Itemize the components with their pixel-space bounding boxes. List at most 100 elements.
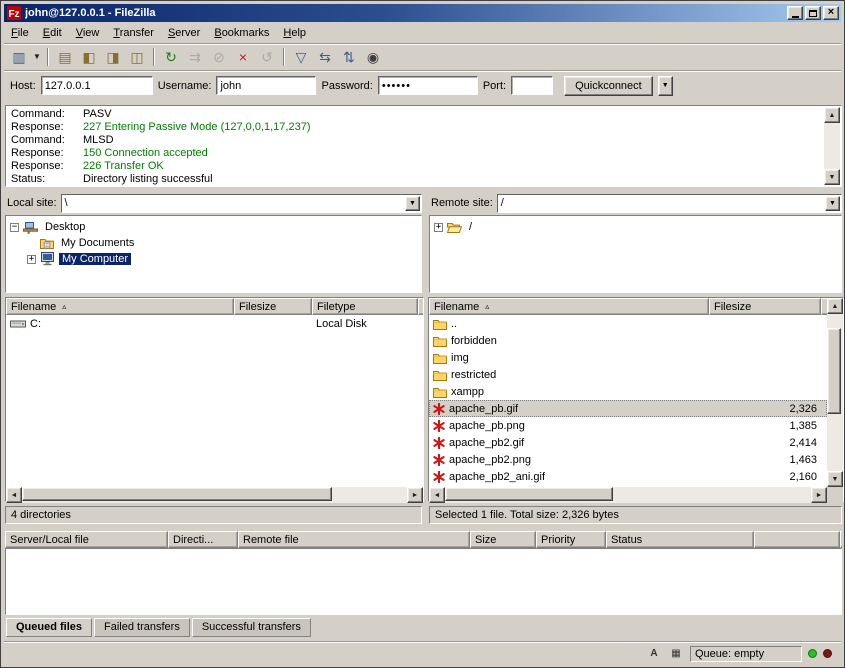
- toggle-queue-icon: ◫: [130, 50, 143, 64]
- folder-icon: [433, 335, 447, 347]
- tab-successful-transfers[interactable]: Successful transfers: [192, 618, 311, 637]
- expand-icon[interactable]: +: [27, 255, 36, 264]
- refresh-button[interactable]: ↻: [159, 46, 183, 68]
- menu-file[interactable]: File: [4, 24, 36, 42]
- menu-edit[interactable]: Edit: [36, 24, 69, 42]
- file-row[interactable]: xampp: [429, 383, 827, 400]
- file-row[interactable]: C:Local Disk: [6, 315, 423, 332]
- local-hscrollbar-track[interactable]: [22, 487, 407, 503]
- file-row[interactable]: apache_pb2.gif2,414: [429, 434, 827, 451]
- scrollbar-thumb[interactable]: [22, 487, 332, 501]
- tree-item-item[interactable]: +/: [430, 219, 841, 235]
- menu-view[interactable]: View: [69, 24, 107, 42]
- maximize-button[interactable]: [805, 6, 821, 20]
- tab-failed-transfers[interactable]: Failed transfers: [94, 618, 190, 637]
- column-header-filesize[interactable]: Filesize: [234, 298, 312, 315]
- scroll-up-button[interactable]: ▲: [827, 298, 843, 314]
- tab-queued-files[interactable]: Queued files: [6, 618, 92, 637]
- column-header-l[interactable]: L: [418, 298, 423, 315]
- toggle-local-tree-button[interactable]: ◧: [77, 46, 101, 68]
- site-manager-dropdown-button[interactable]: ▼: [31, 46, 43, 68]
- scroll-up-button[interactable]: ▲: [824, 107, 840, 123]
- scroll-right-button[interactable]: ►: [407, 487, 423, 503]
- menu-server[interactable]: Server: [161, 24, 207, 42]
- menu-transfer[interactable]: Transfer: [106, 24, 161, 42]
- log-scrollbar[interactable]: ▲ ▼: [824, 107, 840, 185]
- port-input[interactable]: [511, 76, 553, 95]
- cell-text: restricted: [451, 369, 496, 381]
- password-input[interactable]: [378, 76, 478, 95]
- speed-limits-indicator[interactable]: ▦: [668, 646, 684, 661]
- quickconnect-dropdown-button[interactable]: ▼: [658, 76, 673, 96]
- column-header-directi[interactable]: Directi...: [168, 531, 238, 548]
- remote-tree[interactable]: +/: [429, 215, 842, 293]
- close-button[interactable]: ×: [823, 6, 839, 20]
- column-header-remote-file[interactable]: Remote file: [238, 531, 470, 548]
- local-list-body[interactable]: C:Local Disk: [6, 315, 423, 487]
- column-header-filename[interactable]: Filename▵: [6, 298, 234, 315]
- column-header-status[interactable]: Status: [606, 531, 754, 548]
- column-header-filename[interactable]: Filename▵: [429, 298, 709, 315]
- tree-item-desktop[interactable]: −Desktop: [6, 219, 421, 235]
- remote-vscrollbar[interactable]: ▲ ▼: [827, 298, 843, 487]
- remote-list-body[interactable]: ..forbiddenimg restricted xamppapache_pb.g…: [429, 315, 827, 487]
- process-queue-button[interactable]: ⇉: [183, 46, 207, 68]
- remote-hscrollbar-track[interactable]: [445, 487, 811, 503]
- remote-hscrollbar[interactable]: ◄ ►: [429, 487, 827, 503]
- transfer-type-indicator[interactable]: A: [646, 646, 662, 661]
- log-scrollbar-track[interactable]: [824, 123, 840, 169]
- column-header-filetype[interactable]: Filetype: [312, 298, 418, 315]
- scrollbar-thumb[interactable]: [445, 487, 613, 501]
- toggle-message-log-icon: ▤: [58, 50, 71, 64]
- minimize-button[interactable]: [787, 6, 803, 20]
- directory-comparison-button[interactable]: ⇆: [313, 46, 337, 68]
- collapse-icon[interactable]: −: [10, 223, 19, 232]
- maximize-icon: [809, 10, 817, 17]
- file-row[interactable]: forbidden: [429, 332, 827, 349]
- file-row[interactable]: ..: [429, 315, 827, 332]
- column-header-blank[interactable]: [754, 531, 840, 548]
- queue-body[interactable]: [5, 548, 842, 615]
- filter-button[interactable]: ▽: [289, 46, 313, 68]
- remote-site-combo[interactable]: / ▼: [497, 194, 842, 213]
- scroll-right-button[interactable]: ►: [811, 487, 827, 503]
- column-header-filesize[interactable]: Filesize: [709, 298, 821, 315]
- scrollbar-thumb[interactable]: [827, 328, 841, 414]
- expand-icon[interactable]: +: [434, 223, 443, 232]
- menu-bookmarks[interactable]: Bookmarks: [207, 24, 276, 42]
- quickconnect-button[interactable]: Quickconnect: [564, 76, 653, 96]
- local-site-dropdown-button[interactable]: ▼: [405, 196, 420, 211]
- username-input[interactable]: [216, 76, 316, 95]
- toggle-message-log-button[interactable]: ▤: [53, 46, 77, 68]
- column-header-server-local-file[interactable]: Server/Local file: [5, 531, 168, 548]
- column-header-size[interactable]: Size: [470, 531, 536, 548]
- remote-site-dropdown-button[interactable]: ▼: [825, 196, 840, 211]
- host-input[interactable]: [41, 76, 153, 95]
- tree-item-my-computer[interactable]: +My Computer: [6, 251, 421, 267]
- scroll-down-button[interactable]: ▼: [824, 169, 840, 185]
- disconnect-button[interactable]: ×: [231, 46, 255, 68]
- synchronized-browsing-button[interactable]: ⇅: [337, 46, 361, 68]
- file-row[interactable]: restricted: [429, 366, 827, 383]
- menu-help[interactable]: Help: [276, 24, 313, 42]
- file-row[interactable]: apache_pb2_ani.gif2,160: [429, 468, 827, 485]
- cancel-button[interactable]: ⊘: [207, 46, 231, 68]
- tree-item-my-documents[interactable]: My Documents: [6, 235, 421, 251]
- column-header-priority[interactable]: Priority: [536, 531, 606, 548]
- site-manager-button[interactable]: ▥: [7, 46, 31, 68]
- scroll-left-button[interactable]: ◄: [429, 487, 445, 503]
- file-row[interactable]: apache_pb.png1,385: [429, 417, 827, 434]
- scroll-left-button[interactable]: ◄: [6, 487, 22, 503]
- local-tree[interactable]: −DesktopMy Documents+My Computer: [5, 215, 422, 293]
- file-row[interactable]: apache_pb.gif2,326: [429, 400, 827, 417]
- reconnect-button[interactable]: ↺: [255, 46, 279, 68]
- scroll-down-button[interactable]: ▼: [827, 471, 843, 487]
- toggle-remote-tree-button[interactable]: ◨: [101, 46, 125, 68]
- find-files-button[interactable]: ◉: [361, 46, 385, 68]
- toggle-queue-button[interactable]: ◫: [125, 46, 149, 68]
- file-row[interactable]: apache_pb2.png1,463: [429, 451, 827, 468]
- local-site-combo[interactable]: \ ▼: [61, 194, 422, 213]
- file-row[interactable]: img: [429, 349, 827, 366]
- local-hscrollbar[interactable]: ◄ ►: [6, 487, 423, 503]
- remote-vscrollbar-track[interactable]: [827, 314, 843, 471]
